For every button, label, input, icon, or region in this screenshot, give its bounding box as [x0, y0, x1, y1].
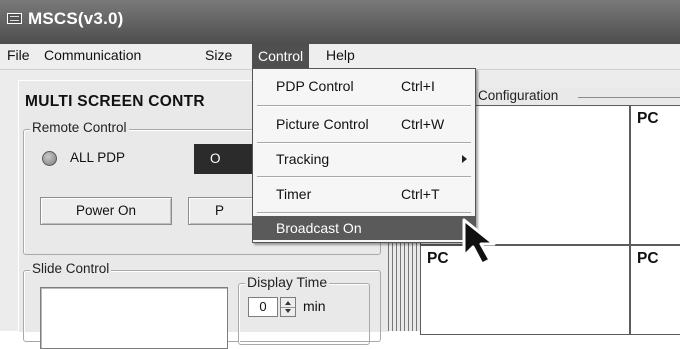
menu-item-shortcut: Ctrl+I — [401, 78, 435, 94]
menu-item-shortcut: Ctrl+T — [401, 186, 440, 202]
window-title: MSCS(v3.0) — [28, 9, 124, 28]
display-time-group: Display Time 0 min — [238, 274, 370, 345]
menu-item-tracking[interactable]: Tracking — [253, 144, 475, 174]
menu-help[interactable]: Help — [326, 47, 355, 63]
menu-bar: File Communication Size Control Help — [0, 44, 680, 70]
menu-separator — [257, 212, 471, 214]
app-window: MSCS(v3.0) File Communication Size Contr… — [0, 0, 680, 349]
menu-item-picture-control[interactable]: Picture Control Ctrl+W — [253, 109, 475, 139]
mouse-pointer-icon — [462, 218, 496, 266]
menu-item-pdp-control[interactable]: PDP Control Ctrl+I — [253, 71, 475, 101]
display-time-label: Display Time — [245, 274, 330, 290]
menu-file[interactable]: File — [7, 47, 30, 63]
panel-heading: MULTI SCREEN CONTR — [25, 93, 205, 110]
menu-item-timer[interactable]: Timer Ctrl+T — [253, 179, 475, 209]
menu-item-label: Picture Control — [276, 116, 369, 132]
cell-label: PC — [637, 110, 659, 127]
submenu-arrow-icon — [462, 155, 467, 163]
spin-down-icon[interactable] — [285, 309, 291, 313]
menu-item-label: Tracking — [276, 151, 330, 167]
menu-item-label: Broadcast On — [276, 220, 362, 236]
display-time-unit: min — [303, 298, 326, 314]
menu-item-label: Timer — [276, 186, 312, 202]
cell-label: PC — [637, 250, 659, 267]
menu-item-label: PDP Control — [276, 78, 354, 94]
title-bar: MSCS(v3.0) — [0, 0, 680, 44]
cell-label: PC — [427, 250, 449, 267]
control-menu-dropdown: PDP Control Ctrl+I Picture Control Ctrl+… — [252, 68, 476, 243]
display-time-input[interactable]: 0 — [248, 297, 278, 317]
power-on-button[interactable]: Power On — [40, 197, 172, 225]
screen-cell[interactable]: PC — [630, 245, 680, 335]
menu-size[interactable]: Size — [205, 47, 232, 63]
all-pdp-label: ALL PDP — [70, 150, 126, 165]
app-window-icon — [7, 13, 22, 24]
screen-cell[interactable]: PC — [630, 105, 680, 245]
configuration-label: Configuration — [478, 88, 561, 103]
menu-separator — [257, 176, 471, 178]
stepper-divider — [281, 307, 295, 308]
menu-item-broadcast-on[interactable]: Broadcast On — [253, 216, 475, 240]
screen-cell[interactable]: PC — [420, 245, 630, 335]
radio-indicator-icon[interactable] — [42, 151, 57, 166]
menu-item-shortcut: Ctrl+W — [401, 116, 445, 132]
slide-control-label: Slide Control — [30, 261, 112, 276]
slide-list[interactable] — [40, 287, 228, 349]
menu-separator — [257, 105, 471, 107]
spin-up-icon[interactable] — [285, 301, 291, 305]
menu-communication[interactable]: Communication — [44, 47, 141, 63]
slide-control-group: Slide Control Display Time 0 min — [23, 261, 381, 349]
remote-control-label: Remote Control — [30, 120, 129, 135]
config-group-line — [578, 97, 680, 98]
menu-control[interactable]: Control — [252, 44, 310, 69]
on-button[interactable]: O — [194, 144, 254, 174]
display-time-stepper[interactable] — [280, 297, 296, 317]
